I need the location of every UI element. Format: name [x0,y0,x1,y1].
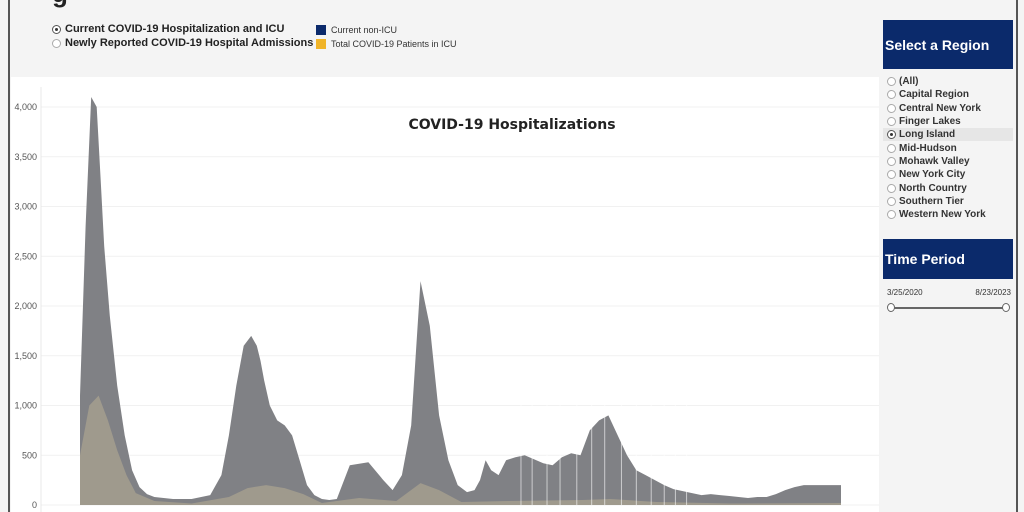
region-option-label: Southern Tier [899,195,964,207]
y-tick-label: 0 [32,500,37,510]
radio-unselected-icon[interactable] [887,156,896,166]
radio-unselected-icon[interactable] [52,38,61,48]
chart-legend: Current non-ICU Total COVID-19 Patients … [316,23,457,51]
radio-unselected-icon[interactable] [887,170,896,180]
chart-title: COVID-19 Hospitalizations [408,117,615,133]
time-end-label: 8/23/2023 [975,288,1011,298]
region-option-label: Mid-Hudson [899,142,957,154]
metric-mode-radio-group: Current COVID-19 Hospitalization and ICU… [52,22,313,50]
radio-unselected-icon[interactable] [887,90,896,100]
region-option[interactable]: Mohawk Valley [883,155,1013,168]
region-option-label: Central New York [899,102,981,114]
y-tick-label: 3,500 [14,152,37,162]
region-option-label: North Country [899,182,967,194]
legend-swatch-non-icu [316,25,326,35]
region-option-label: Capital Region [899,89,970,101]
region-option[interactable]: New York City [883,168,1013,181]
gridlines [40,87,879,512]
radio-unselected-icon[interactable] [887,103,896,113]
region-option[interactable]: Long Island [883,128,1013,142]
region-option[interactable]: Central New York [883,102,1013,115]
mode-option-current-hospitalization[interactable]: Current COVID-19 Hospitalization and ICU [52,22,313,36]
mode-option-label: Current COVID-19 Hospitalization and ICU [65,23,285,35]
legend-item-icu: Total COVID-19 Patients in ICU [316,37,457,51]
chart-panel: 0 500 1,000 1,500 2,000 2,500 3,000 3,500 4,000 … [11,77,879,512]
y-tick-label: 2,500 [14,251,37,261]
radio-selected-icon[interactable] [52,24,61,34]
y-tick-label: 500 [22,450,37,460]
region-option[interactable]: (All) [883,75,1013,88]
legend-label: Current non-ICU [331,25,398,35]
window-right-border [1016,0,1018,512]
filter-sidebar: Select a Region (All) Capital Region Centr… [883,20,1013,315]
series-total-hospitalized-area[interactable] [80,97,841,505]
region-radio-list: (All) Capital Region Central New York Finge… [883,75,1013,221]
y-tick-label: 1,000 [14,401,37,411]
mode-option-new-admissions[interactable]: Newly Reported COVID-19 Hospital Admissi… [52,36,313,50]
radio-selected-icon[interactable] [887,130,896,140]
region-panel-header: Select a Region [883,20,1013,69]
region-option-label: Western New York [899,209,986,221]
series-layer [80,97,841,505]
radio-unselected-icon[interactable] [887,117,896,127]
mode-option-label: Newly Reported COVID-19 Hospital Admissi… [65,37,314,49]
page-title-fragment: g [52,0,68,9]
time-period-slider[interactable] [883,301,1013,315]
slider-track[interactable] [891,307,1007,310]
slider-end-handle[interactable] [1002,303,1010,313]
region-option[interactable]: Western New York [883,208,1013,221]
slider-start-handle[interactable] [887,303,895,313]
region-option[interactable]: Capital Region [883,88,1013,101]
region-option[interactable]: North Country [883,181,1013,194]
y-tick-label: 2,000 [14,301,37,311]
region-option[interactable]: Southern Tier [883,195,1013,208]
region-option-label: Mohawk Valley [899,155,970,167]
time-period-range: 3/25/2020 8/23/2023 [883,288,1013,297]
region-option[interactable]: Finger Lakes [883,115,1013,128]
time-period-header: Time Period [883,239,1013,280]
y-axis-ticks: 0 500 1,000 1,500 2,000 2,500 3,000 3,500 4,000 [14,102,37,510]
radio-unselected-icon[interactable] [887,143,896,153]
region-option-label: (All) [899,76,919,88]
radio-unselected-icon[interactable] [887,210,896,220]
y-tick-label: 3,000 [14,202,37,212]
radio-unselected-icon[interactable] [887,183,896,193]
y-tick-label: 4,000 [14,102,37,112]
legend-label: Total COVID-19 Patients in ICU [331,39,457,49]
legend-item-non-icu: Current non-ICU [316,23,457,37]
window-left-border [8,0,10,512]
region-option[interactable]: Mid-Hudson [883,141,1013,154]
radio-unselected-icon[interactable] [887,77,896,87]
region-option-label: Finger Lakes [899,116,961,128]
radio-unselected-icon[interactable] [887,196,896,206]
y-tick-label: 1,500 [14,351,37,361]
region-option-label: Long Island [899,129,956,141]
time-start-label: 3/25/2020 [887,288,923,298]
hospitalizations-chart: 05001,0001,5002,0002,5003,0003,5004,000 … [14,87,879,512]
region-option-label: New York City [899,169,966,181]
legend-swatch-icu [316,39,326,49]
